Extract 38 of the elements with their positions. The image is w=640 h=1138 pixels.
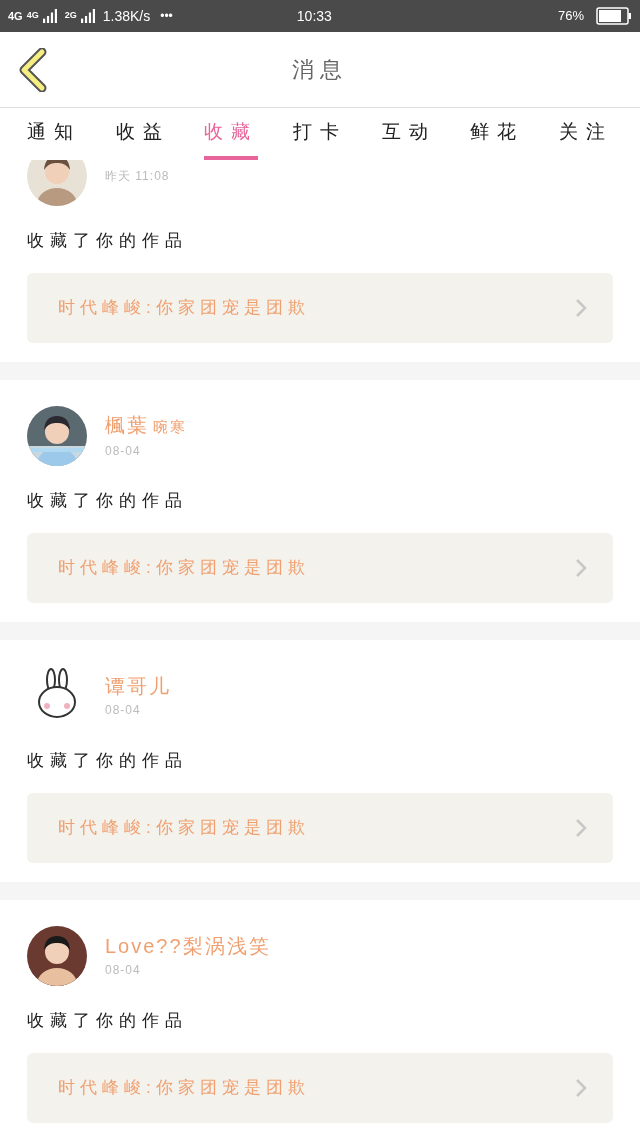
signal-icon	[80, 8, 95, 24]
battery-level: 76%	[557, 7, 584, 26]
tab[interactable]: 关注	[558, 108, 613, 160]
message-text: 收藏了你的作品	[27, 1011, 189, 1031]
chevron-right-icon	[575, 558, 587, 578]
network-label: 2G	[64, 9, 77, 23]
page-title: 消息	[292, 56, 348, 84]
chevron-right-icon	[575, 1078, 587, 1098]
message-text: 收藏了你的作品	[27, 751, 189, 771]
tab[interactable]: 互动	[381, 108, 436, 160]
tab[interactable]: 通知	[27, 108, 82, 160]
clock: 10:33	[296, 6, 332, 26]
network-label: 4G	[26, 9, 39, 23]
message-text: 收藏了你的作品	[27, 231, 189, 251]
network-label: 4G	[8, 8, 23, 24]
message-text: 收藏了你的作品	[27, 491, 189, 511]
tab[interactable]: 收益	[115, 108, 170, 160]
chevron-right-icon	[575, 818, 587, 838]
network-speed: 1.38K/s	[102, 6, 151, 26]
message-time: 08-04	[105, 962, 142, 978]
message-time: 08-04	[105, 442, 142, 459]
tab[interactable]: 打卡	[292, 108, 347, 160]
more-indicator: •••	[160, 8, 173, 25]
message-time: 昨天 11:08	[105, 168, 170, 184]
battery-icon	[596, 7, 632, 25]
back-button[interactable]	[18, 47, 48, 92]
work-link[interactable]: 时代峰峻:你家团宠是团欺	[27, 533, 613, 603]
user-name-suffix: 晼寒	[153, 417, 187, 438]
work-link[interactable]: 时代峰峻:你家团宠是团欺	[27, 273, 613, 343]
message-time: 08-04	[105, 702, 142, 718]
user-name[interactable]: Love??梨涡浅笑	[105, 934, 271, 958]
work-link[interactable]: 时代峰峻:你家团宠是团欺	[27, 1053, 613, 1123]
user-name[interactable]: 谭哥儿	[105, 674, 171, 698]
tab[interactable]: 鲜花	[470, 108, 525, 160]
user-name[interactable]: 楓葉	[105, 413, 149, 438]
chevron-right-icon	[575, 298, 587, 318]
work-link[interactable]: 时代峰峻:你家团宠是团欺	[27, 793, 613, 863]
signal-icon	[42, 8, 57, 24]
